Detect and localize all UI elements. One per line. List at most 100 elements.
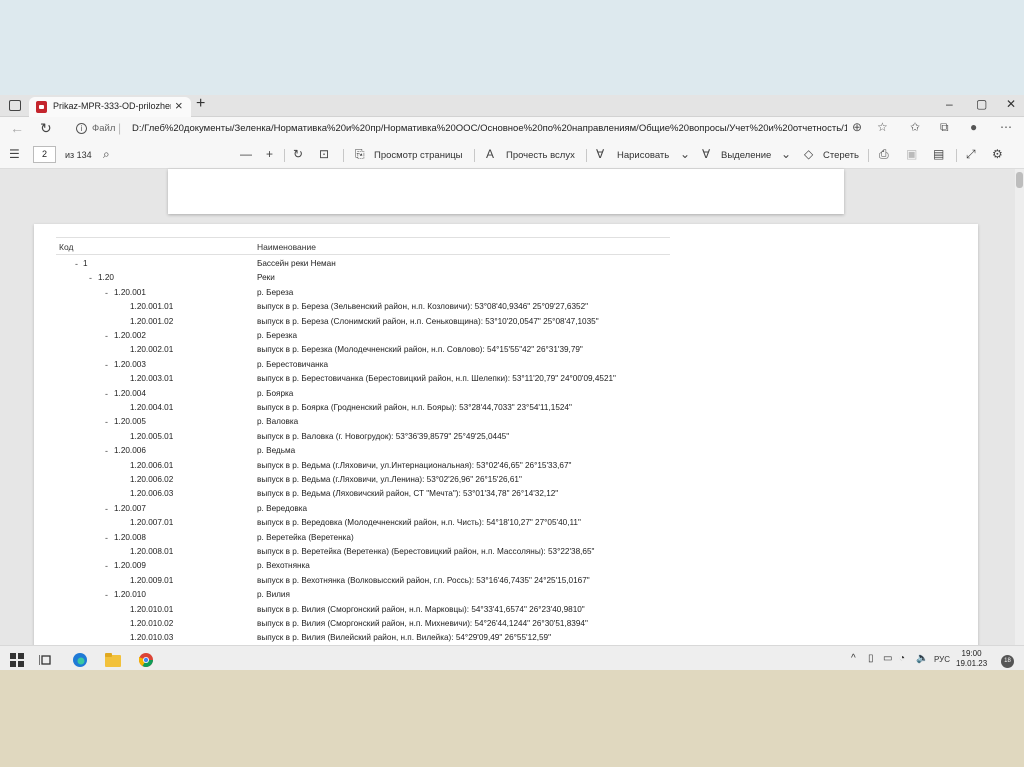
file-explorer-icon[interactable] xyxy=(103,650,123,672)
save-as-icon[interactable]: ▤ xyxy=(933,147,944,161)
fullscreen-icon[interactable]: ⤢ xyxy=(966,147,976,162)
row-name: Реки xyxy=(257,273,275,283)
edge-browser-icon[interactable] xyxy=(70,650,90,672)
pdf-toolbar: ☰ 2 из 134 ⌕ — + ↻ ⊡ ⎘ Просмотр страницы… xyxy=(0,141,1024,169)
row-name: выпуск в р. Вередовка (Молодечненский ра… xyxy=(257,518,581,528)
row-code: 1.20.001 xyxy=(114,287,146,297)
page-view-button[interactable]: Просмотр страницы xyxy=(374,150,463,161)
table-row: -1.20.003 р. Берестовичанка xyxy=(56,359,936,373)
row-name: выпуск в р. Боярка (Гродненский район, н… xyxy=(257,403,572,412)
row-code: 1.20.010 xyxy=(114,590,146,600)
page-number-input[interactable]: 2 xyxy=(33,146,56,163)
collapse-toggle[interactable]: - xyxy=(105,446,108,456)
minimize-button[interactable]: – xyxy=(946,97,953,111)
row-code: 1.20.006 xyxy=(114,446,146,456)
row-code: 1.20.006.03 xyxy=(130,489,174,499)
contents-icon[interactable]: ☰ xyxy=(9,147,20,161)
row-name: р. Ведьма xyxy=(257,446,296,456)
row-name: выпуск в р. Ведьма (г.Ляховичи, ул.Интер… xyxy=(257,460,572,470)
draw-icon[interactable]: ∀ xyxy=(596,147,604,161)
notification-badge[interactable]: 18 xyxy=(1001,655,1014,668)
collapse-toggle[interactable]: - xyxy=(105,504,108,514)
collapse-toggle[interactable]: - xyxy=(89,273,92,283)
collections-icon[interactable]: ⧉ xyxy=(940,120,949,135)
task-view-icon[interactable] xyxy=(36,650,56,669)
refresh-icon[interactable]: ↻ xyxy=(40,120,52,137)
collapse-toggle[interactable]: - xyxy=(105,360,108,370)
print-icon[interactable]: ⎙ xyxy=(879,147,889,162)
collapse-toggle[interactable]: - xyxy=(105,331,108,341)
zoom-out-icon[interactable]: — xyxy=(240,147,252,161)
tab-actions-icon[interactable] xyxy=(9,100,21,111)
close-window-button[interactable]: ✕ xyxy=(1006,97,1016,111)
settings-gear-icon[interactable]: ⚙ xyxy=(992,147,1003,161)
fit-page-icon[interactable]: ⊡ xyxy=(319,147,329,161)
profile-avatar[interactable]: ● xyxy=(970,120,977,134)
network-icon[interactable]: ◔ xyxy=(899,653,905,664)
collapse-toggle[interactable]: - xyxy=(105,561,108,571)
url-field[interactable]: i Файл | D:/Глеб%20документы/Зеленка/Нор… xyxy=(62,119,962,139)
scrollbar-thumb[interactable] xyxy=(1016,172,1023,188)
read-aloud-icon[interactable]: A xyxy=(486,147,494,161)
read-aloud-button[interactable]: Прочесть вслух xyxy=(506,150,575,161)
draw-chevron-down-icon[interactable]: ⌄ xyxy=(680,147,690,161)
volume-icon[interactable]: 🔈 xyxy=(916,653,928,664)
back-icon[interactable]: ← xyxy=(10,120,24,136)
eraser-icon[interactable]: ◇ xyxy=(804,147,813,161)
collapse-toggle[interactable]: - xyxy=(105,417,108,427)
start-windows-icon[interactable] xyxy=(7,650,27,669)
collapse-toggle[interactable]: - xyxy=(105,590,108,600)
row-code: 1.20.010.03 xyxy=(130,633,174,643)
save-icon[interactable]: ▣ xyxy=(906,147,917,161)
row-code: 1.20.006.02 xyxy=(130,475,174,484)
collapse-toggle[interactable]: - xyxy=(75,259,78,269)
row-code: 1.20.005 xyxy=(114,417,146,427)
draw-button[interactable]: Нарисовать xyxy=(617,150,669,161)
highlight-chevron-down-icon[interactable]: ⌄ xyxy=(781,147,791,161)
chrome-browser-icon[interactable] xyxy=(136,650,156,672)
maximize-button[interactable]: ▢ xyxy=(976,97,987,111)
table-row: 1.20.006.02 выпуск в р. Ведьма (г.Ляхович… xyxy=(56,474,936,488)
new-tab-button[interactable]: + xyxy=(196,95,205,113)
row-name: выпуск в р. Ведьма (г.Ляховичи, ул.Ленин… xyxy=(257,475,522,484)
row-code: 1.20.010.02 xyxy=(130,619,174,628)
highlight-icon[interactable]: ∀ xyxy=(702,147,710,161)
row-code: 1.20.006.01 xyxy=(130,460,174,470)
tray-device-icon[interactable]: ▯ xyxy=(868,653,874,664)
tab-close-icon[interactable]: × xyxy=(175,98,183,113)
table-row: 1.20.009.01 выпуск в р. Вехотнянка (Волко… xyxy=(56,575,936,589)
row-name: р. Вередовка xyxy=(257,503,308,513)
more-menu-icon[interactable]: ⋯ xyxy=(1000,120,1012,134)
slide-top-band xyxy=(0,0,1024,97)
erase-button[interactable]: Стереть xyxy=(823,150,859,161)
language-indicator[interactable]: РУС xyxy=(934,655,950,664)
search-icon[interactable]: ⌕ xyxy=(103,147,110,162)
highlight-button[interactable]: Выделение xyxy=(721,150,771,161)
previous-page xyxy=(168,169,844,214)
row-code: 1.20.007.01 xyxy=(130,518,174,528)
row-name: выпуск в р. Ведьма (Ляховичский район, С… xyxy=(257,489,559,499)
url-text[interactable]: D:/Глеб%20документы/Зеленка/Нормативка%2… xyxy=(132,123,847,134)
zoom-icon[interactable]: ⊕ xyxy=(852,120,862,134)
pdf-viewer[interactable]: Код Наименование -1 Бассейн реки Неман -1.… xyxy=(0,169,1024,654)
row-name: р. Валовка xyxy=(257,417,299,427)
collapse-toggle[interactable]: - xyxy=(105,288,108,298)
collapse-toggle[interactable]: - xyxy=(105,389,108,399)
row-code: 1.20.009.01 xyxy=(130,575,174,585)
info-icon[interactable]: i xyxy=(76,123,87,134)
clock[interactable]: 19:00 19.01.23 xyxy=(956,649,987,669)
scrollbar[interactable] xyxy=(1015,169,1024,645)
page-view-icon[interactable]: ⎘ xyxy=(355,147,365,162)
zoom-in-icon[interactable]: + xyxy=(266,147,273,161)
rotate-icon[interactable]: ↻ xyxy=(293,147,303,161)
favorite-star-icon[interactable]: ☆ xyxy=(877,120,888,134)
row-code: 1.20.007 xyxy=(114,503,146,513)
row-code: 1.20.002.01 xyxy=(130,345,174,355)
collapse-toggle[interactable]: - xyxy=(105,533,108,543)
show-hidden-icons-chevron[interactable]: ^ xyxy=(851,653,856,664)
row-name: выпуск в р. Вилия (Сморгонский район, н.… xyxy=(257,619,588,628)
row-name: р. Боярка xyxy=(257,388,294,398)
browser-tab[interactable]: Prikaz-MPR-333-OD-prilozheni × xyxy=(29,97,191,117)
tray-monitor-icon[interactable]: ▭ xyxy=(883,653,892,664)
favorites-icon[interactable]: ✩ xyxy=(910,120,920,134)
